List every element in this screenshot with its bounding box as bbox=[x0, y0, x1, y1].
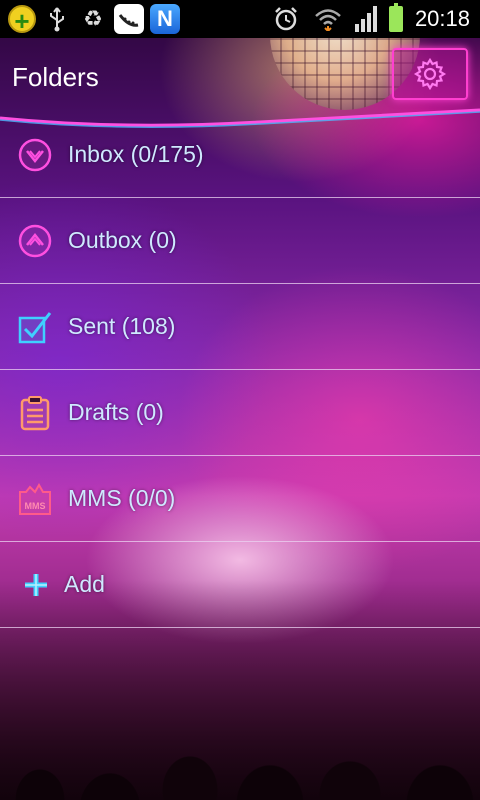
folder-label: Drafts (0) bbox=[68, 399, 164, 425]
sent-icon bbox=[17, 309, 53, 345]
inbox-icon bbox=[17, 137, 53, 173]
folder-label: Outbox (0) bbox=[68, 227, 177, 253]
drafts-icon bbox=[17, 395, 53, 431]
recycle-icon: ♻ bbox=[83, 6, 103, 31]
app-icon bbox=[114, 4, 144, 34]
plus-badge-icon: + bbox=[8, 5, 36, 35]
gear-icon bbox=[413, 57, 447, 91]
folder-item-inbox[interactable]: Inbox (0/175) bbox=[0, 112, 480, 198]
mms-icon: MMS bbox=[17, 481, 53, 517]
status-bar: + ♻ N 20:18 bbox=[0, 0, 480, 38]
alarm-icon bbox=[271, 4, 301, 34]
folder-item-sent[interactable]: Sent (108) bbox=[0, 284, 480, 370]
wifi-icon bbox=[313, 4, 343, 34]
folder-label: Sent (108) bbox=[68, 313, 176, 339]
usb-icon bbox=[42, 4, 72, 34]
page-title: Folders bbox=[12, 62, 99, 92]
add-icon bbox=[20, 567, 52, 603]
n-app-icon: N bbox=[150, 4, 180, 34]
folder-label: Inbox (0/175) bbox=[68, 141, 204, 167]
add-label: Add bbox=[64, 571, 105, 597]
clock: 20:18 bbox=[414, 6, 470, 31]
battery-charging-icon bbox=[388, 3, 403, 32]
add-folder-button[interactable]: Add bbox=[0, 542, 480, 628]
notification-area: + ♻ N bbox=[0, 4, 180, 35]
outbox-icon bbox=[17, 223, 53, 259]
settings-button[interactable] bbox=[392, 48, 468, 100]
folder-label: MMS (0/0) bbox=[68, 485, 176, 511]
mms-icon-text: MMS bbox=[25, 501, 46, 511]
folder-list: Inbox (0/175) Outbox (0) Sent (108) Draf… bbox=[0, 112, 480, 628]
folder-item-drafts[interactable]: Drafts (0) bbox=[0, 370, 480, 456]
folder-item-outbox[interactable]: Outbox (0) bbox=[0, 198, 480, 284]
signal-icon bbox=[354, 6, 377, 32]
folder-item-mms[interactable]: MMS MMS (0/0) bbox=[0, 456, 480, 542]
system-tray: 20:18 bbox=[271, 3, 480, 34]
